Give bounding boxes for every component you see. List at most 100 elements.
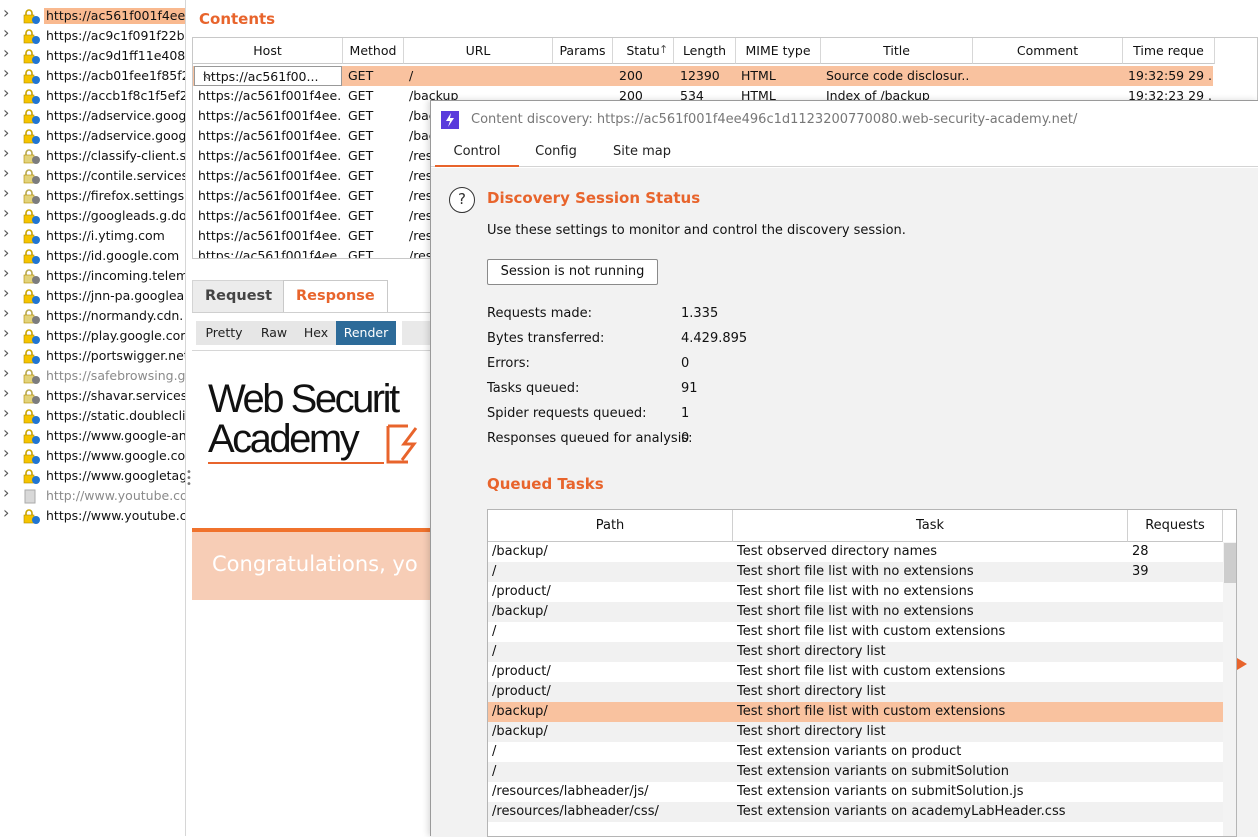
queue-row[interactable]: /resources/labheader/css/Test extension … [488,802,1223,822]
chevron-right-icon[interactable]: › [3,246,13,261]
chevron-right-icon[interactable]: › [3,306,13,321]
site-tree-item[interactable]: › https://adservice.googl [0,106,185,126]
tab-request[interactable]: Request [192,280,286,312]
queued-tasks-table[interactable]: Path Task Requests/backup/Test observed di… [487,509,1237,837]
queue-scrollbar-thumb[interactable] [1224,543,1236,583]
web-security-academy-logo: Web Securit Academy [208,376,433,476]
queue-row[interactable]: /resources/labheader/js/Test extension v… [488,782,1223,802]
site-tree-item[interactable]: › https://acb01fee1f85f2 [0,66,185,86]
chevron-right-icon[interactable]: › [3,6,13,21]
chevron-right-icon[interactable]: › [3,166,13,181]
site-tree-item[interactable]: › https://www.google.co [0,446,185,466]
site-tree-item[interactable]: › https://ac561f001f4ee [0,6,185,26]
site-tree-item[interactable]: › https://www.google-an [0,426,185,446]
table-cell: https://ac561f001f4ee... [198,128,340,143]
chevron-right-icon[interactable]: › [3,326,13,341]
site-tree-item[interactable]: › https://portswigger.net [0,346,185,366]
column-header[interactable]: Comment [973,38,1123,64]
column-header[interactable]: MIME type [736,38,821,64]
queue-row[interactable]: / Test short file list with no extensions… [488,562,1223,582]
chevron-right-icon[interactable]: › [3,426,13,441]
queue-row[interactable]: /backup/Test short directory list [488,722,1223,742]
queue-row[interactable]: / Test short directory list [488,642,1223,662]
view-raw-button[interactable]: Raw [252,321,296,345]
column-header[interactable]: Time reque [1123,38,1215,64]
chevron-right-icon[interactable]: › [3,26,13,41]
table-row[interactable]: https://ac561f00... ⌵ GET / 200 12390 HTML Sour… [193,66,1213,86]
chevron-right-icon[interactable]: › [3,106,13,121]
column-header[interactable]: Length [674,38,736,64]
chevron-right-icon[interactable]: › [3,406,13,421]
site-tree-item[interactable]: › https://contile.services. [0,166,186,186]
site-tree-item[interactable]: › https://normandy.cdn. [0,306,185,326]
site-tree-item[interactable]: › https://i.ytimg.com [0,226,185,246]
queue-row[interactable]: /backup/Test short file list with custom… [488,702,1223,722]
chevron-right-icon[interactable]: › [3,86,13,101]
queue-row[interactable]: / Test short file list with custom extens… [488,622,1223,642]
site-tree-item[interactable]: › http://www.youtube.co [0,486,185,506]
chevron-right-icon[interactable]: › [3,286,13,301]
site-tree-item-label: https://contile.services. [46,168,186,183]
site-tree-item[interactable]: › https://classify-client.se [0,146,185,166]
site-tree-item[interactable]: › https://adservice.googl [0,126,185,146]
site-map-tree[interactable]: › https://ac561f001f4ee › https://ac9c1f091… [0,0,186,836]
site-tree-item[interactable]: › https://incoming.telem [0,266,185,286]
site-tree-item[interactable]: › https://play.google.com [0,326,185,346]
queue-row[interactable]: /backup/Test short file list with no ext… [488,602,1223,622]
chevron-right-icon[interactable]: › [3,126,13,141]
chevron-right-icon[interactable]: › [3,186,13,201]
queue-row[interactable]: /product/Test short file list with custo… [488,662,1223,682]
host-filter-dropdown[interactable]: https://ac561f00... ⌵ [194,66,342,86]
queue-scrollbar[interactable] [1223,542,1236,836]
chevron-right-icon[interactable]: › [3,346,13,361]
queue-row[interactable]: /product/Test short directory list [488,682,1223,702]
site-tree-item[interactable]: › https://ac9d1ff11e408 [0,46,185,66]
chevron-right-icon[interactable]: › [3,466,13,481]
site-tree-item[interactable]: › https://safebrowsing.go [0,366,185,386]
view-render-button[interactable]: Render [336,321,396,345]
tab-response[interactable]: Response [283,280,388,312]
chevron-right-icon[interactable]: › [3,366,13,381]
menu-icon[interactable] [402,321,432,345]
site-tree-item[interactable]: › https://ac9c1f091f22bl [0,26,185,46]
expand-arrow-icon[interactable] [1237,658,1247,670]
view-pretty-button[interactable]: Pretty [196,321,252,345]
chevron-right-icon[interactable]: › [3,266,13,281]
column-header[interactable]: Method [343,38,404,64]
queue-cell: 28 [1132,544,1149,559]
column-header[interactable]: URL [404,38,553,64]
chevron-right-icon[interactable]: › [3,486,13,501]
splitter-handle[interactable]: • • • [186,468,192,490]
view-hex-button[interactable]: Hex [296,321,336,345]
chevron-right-icon[interactable]: › [3,386,13,401]
queue-cell [1132,644,1221,660]
column-header[interactable]: Host [193,38,343,64]
site-tree-item[interactable]: › https://static.doubleclic [0,406,185,426]
chevron-right-icon[interactable]: › [3,446,13,461]
chevron-right-icon[interactable]: › [3,66,13,81]
sort-ascending-icon[interactable]: ↑ [659,43,668,56]
chevron-right-icon[interactable]: › [3,146,13,161]
chevron-right-icon[interactable]: › [3,506,13,521]
site-tree-item[interactable]: › https://www.youtube.c [0,506,185,526]
queue-column-header[interactable]: Requests [1128,510,1223,542]
queue-row[interactable]: /product/Test short file list with no ex… [488,582,1223,602]
queue-row[interactable]: / Test extension variants on submitSoluti… [488,762,1223,782]
chevron-right-icon[interactable]: › [3,46,13,61]
site-tree-item[interactable]: › https://shavar.services. [0,386,185,406]
site-tree-item[interactable]: › https://firefox.settings.s [0,186,185,206]
site-tree-item[interactable]: › https://jnn-pa.googlea [0,286,185,306]
queue-column-header[interactable]: Path [488,510,733,542]
queue-row[interactable]: / Test extension variants on product [488,742,1223,762]
site-tree-item[interactable]: › https://googleads.g.do [0,206,185,226]
queue-row[interactable]: /backup/Test observed directory names 28 [488,542,1223,562]
column-header[interactable]: Params [553,38,613,64]
stat-label: Requests made: [487,306,592,321]
chevron-right-icon[interactable]: › [3,226,13,241]
chevron-right-icon[interactable]: › [3,206,13,221]
queue-column-header[interactable]: Task [733,510,1128,542]
site-tree-item[interactable]: › https://accb1f8c1f5ef2 [0,86,185,106]
column-header[interactable]: Title [821,38,973,64]
site-tree-item[interactable]: › https://id.google.com [0,246,185,266]
site-tree-item[interactable]: › https://www.googletag [0,466,185,486]
